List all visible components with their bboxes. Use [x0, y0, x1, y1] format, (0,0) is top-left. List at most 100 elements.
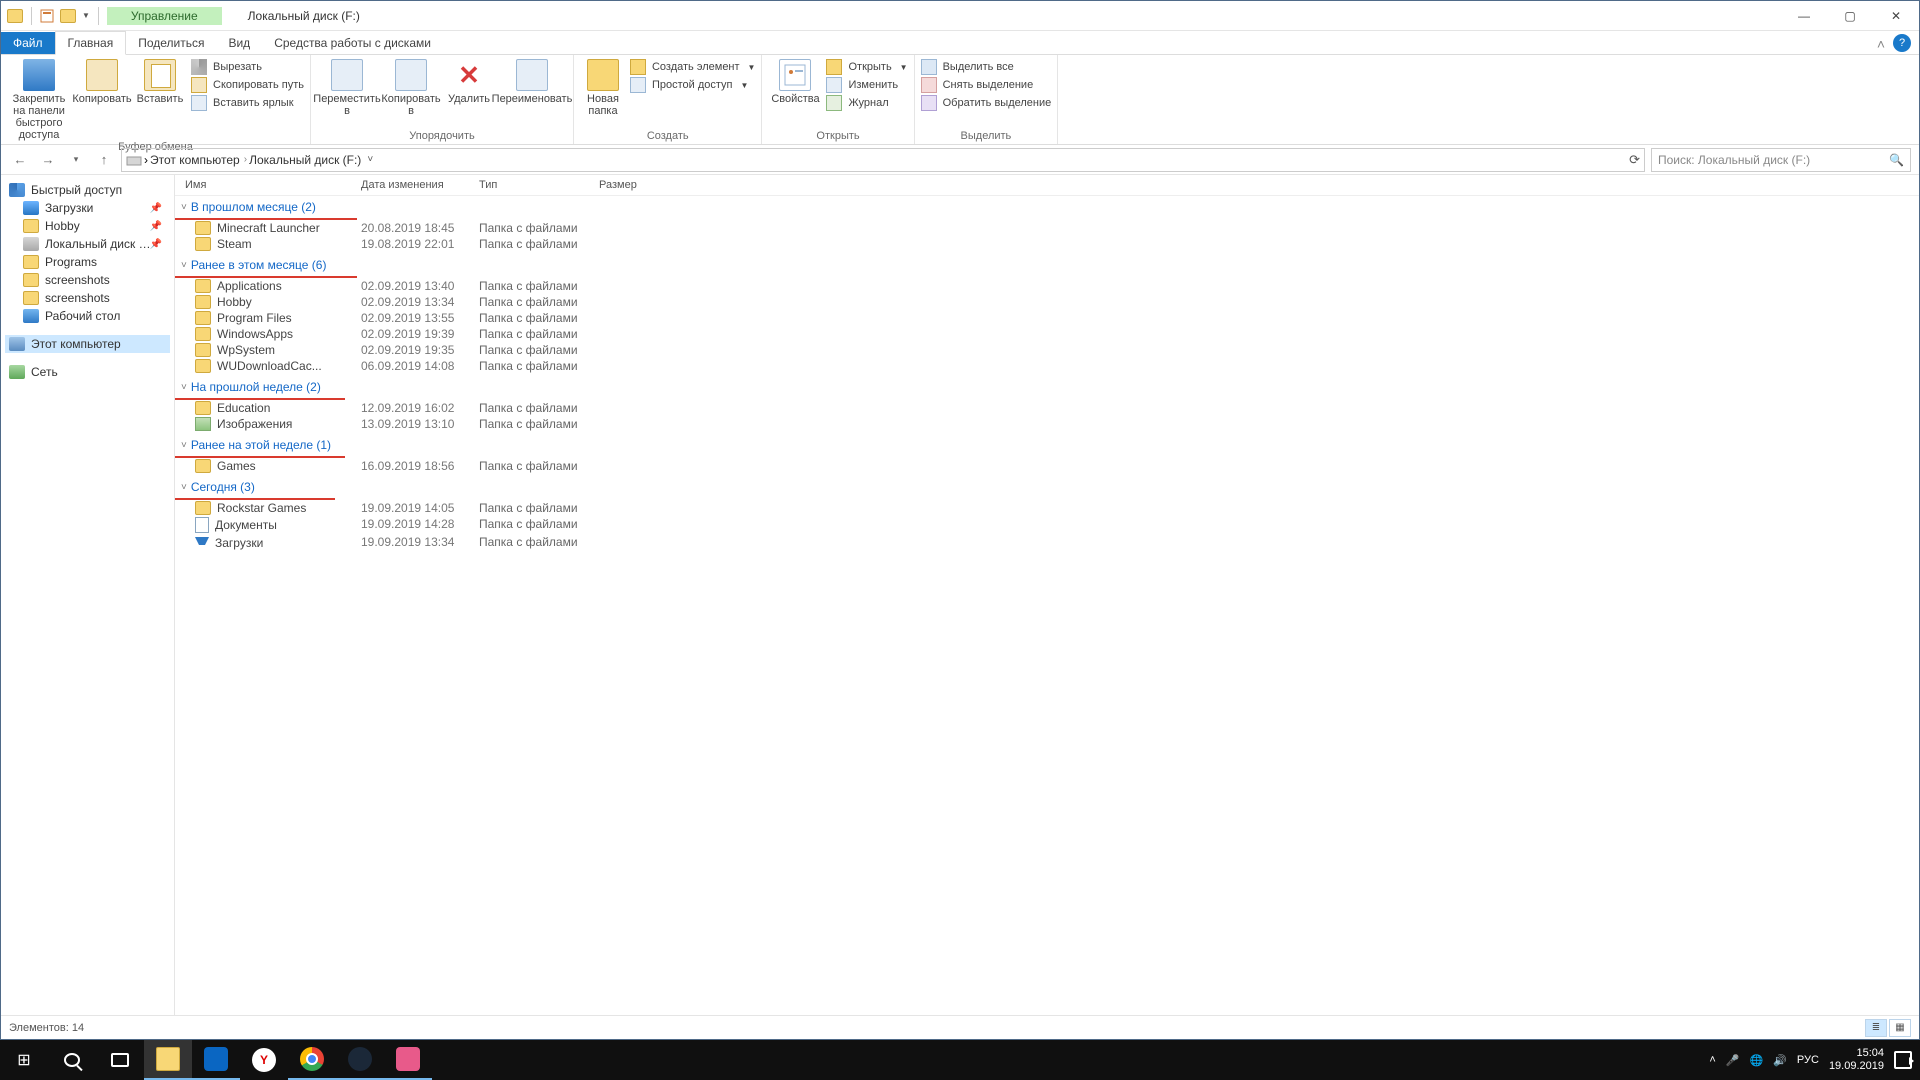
search-icon: 🔍: [1889, 153, 1904, 167]
easy-access-button[interactable]: Простой доступ▼: [630, 77, 755, 93]
paste-button[interactable]: Вставить: [133, 59, 187, 105]
tray-clock[interactable]: 15:04 19.09.2019: [1829, 1047, 1884, 1073]
properties-button[interactable]: Свойства: [768, 59, 822, 105]
tab-view[interactable]: Вид: [216, 32, 262, 54]
copy-path-label: Скопировать путь: [213, 79, 304, 91]
context-tab-manage[interactable]: Управление: [107, 7, 222, 25]
new-item-button[interactable]: Создать элемент▼: [630, 59, 755, 75]
qat-dropdown-icon[interactable]: ▼: [82, 11, 90, 20]
chevron-right-icon[interactable]: ›: [244, 154, 247, 165]
list-item[interactable]: Steam 19.08.2019 22:01 Папка с файлами: [175, 236, 1919, 252]
col-size[interactable]: Размер: [599, 179, 679, 191]
refresh-icon[interactable]: ⟳: [1629, 152, 1640, 168]
list-item[interactable]: Изображения 13.09.2019 13:10 Папка с фай…: [175, 416, 1919, 432]
delete-button[interactable]: ✕Удалить: [445, 59, 493, 105]
list-item[interactable]: WpSystem 02.09.2019 19:35 Папка с файлам…: [175, 342, 1919, 358]
taskbar-search[interactable]: [48, 1040, 96, 1080]
copy-to-button[interactable]: Копировать в: [381, 59, 441, 117]
cut-button[interactable]: Вырезать: [191, 59, 304, 75]
sidebar-this-pc[interactable]: Этот компьютер: [5, 335, 170, 353]
new-folder-button[interactable]: Новая папка: [580, 59, 626, 117]
sidebar-downloads[interactable]: Загрузки📌: [5, 199, 170, 217]
crumb-local-disk[interactable]: Локальный диск (F:): [249, 153, 361, 167]
taskbar-app[interactable]: [384, 1040, 432, 1080]
group-header[interactable]: ˅ На прошлой неделе (2): [175, 376, 345, 400]
copy-button[interactable]: Копировать: [75, 59, 129, 105]
move-to-button[interactable]: Переместить в: [317, 59, 377, 117]
group-header[interactable]: ˅ Ранее в этом месяце (6): [175, 254, 357, 278]
group-header[interactable]: ˅ Сегодня (3): [175, 476, 335, 500]
task-view-button[interactable]: [96, 1040, 144, 1080]
action-center-icon[interactable]: [1894, 1051, 1912, 1069]
collapse-ribbon-icon[interactable]: ˄: [1877, 36, 1885, 52]
rename-button[interactable]: Переименовать: [497, 59, 567, 105]
minimize-button[interactable]: —: [1781, 1, 1827, 31]
tray-network-icon[interactable]: 🌐: [1750, 1054, 1764, 1067]
chevron-right-icon[interactable]: ›: [144, 153, 148, 167]
sidebar-quick-access[interactable]: Быстрый доступ: [5, 181, 170, 199]
sidebar-network[interactable]: Сеть: [5, 363, 170, 381]
sidebar-programs[interactable]: Programs: [5, 253, 170, 271]
list-item[interactable]: Applications 02.09.2019 13:40 Папка с фа…: [175, 278, 1919, 294]
up-button[interactable]: ↑: [93, 149, 115, 171]
col-date[interactable]: Дата изменения: [361, 179, 479, 191]
list-item[interactable]: Education 12.09.2019 16:02 Папка с файла…: [175, 400, 1919, 416]
tab-file[interactable]: Файл: [1, 32, 55, 54]
start-button[interactable]: ⊞: [0, 1040, 48, 1080]
taskbar-chrome[interactable]: [288, 1040, 336, 1080]
paste-shortcut-button[interactable]: Вставить ярлык: [191, 95, 304, 111]
help-icon[interactable]: ?: [1893, 34, 1911, 52]
list-item[interactable]: Загрузки 19.09.2019 13:34 Папка с файлам…: [175, 534, 1919, 552]
group-header[interactable]: ˅ Ранее на этой неделе (1): [175, 434, 345, 458]
edit-button[interactable]: Изменить: [826, 77, 907, 93]
sidebar-screenshots-2[interactable]: screenshots: [5, 289, 170, 307]
list-item[interactable]: WindowsApps 02.09.2019 19:39 Папка с фай…: [175, 326, 1919, 342]
pin-to-quick-access-button[interactable]: Закрепить на панели быстрого доступа: [7, 59, 71, 141]
sidebar-screenshots-1[interactable]: screenshots: [5, 271, 170, 289]
maximize-button[interactable]: ▢: [1827, 1, 1873, 31]
tray-volume-icon[interactable]: 🔊: [1773, 1054, 1787, 1067]
tab-drive-tools[interactable]: Средства работы с дисками: [262, 32, 443, 54]
close-button[interactable]: ✕: [1873, 1, 1919, 31]
tray-language[interactable]: РУС: [1797, 1054, 1819, 1066]
taskbar-yandex[interactable]: Y: [240, 1040, 288, 1080]
select-none-button[interactable]: Снять выделение: [921, 77, 1052, 93]
list-item[interactable]: Документы 19.09.2019 14:28 Папка с файла…: [175, 516, 1919, 534]
tab-home[interactable]: Главная: [55, 31, 127, 55]
crumb-this-pc[interactable]: Этот компьютер›: [150, 153, 247, 167]
group-header[interactable]: ˅ В прошлом месяце (2): [175, 196, 357, 220]
col-type[interactable]: Тип: [479, 179, 599, 191]
breadcrumb[interactable]: › Этот компьютер› Локальный диск (F:) ˅ …: [121, 148, 1645, 172]
taskbar-explorer[interactable]: [144, 1040, 192, 1080]
history-button[interactable]: Журнал: [826, 95, 907, 111]
list-item[interactable]: Rockstar Games 19.09.2019 14:05 Папка с …: [175, 500, 1919, 516]
pin-icon: 📌: [150, 239, 162, 250]
search-input[interactable]: Поиск: Локальный диск (F:) 🔍: [1651, 148, 1911, 172]
list-item[interactable]: Minecraft Launcher 20.08.2019 18:45 Папк…: [175, 220, 1919, 236]
details-view-button[interactable]: ≣: [1865, 1019, 1887, 1037]
tray-mic-icon[interactable]: 🎤: [1726, 1054, 1740, 1067]
sidebar-desktop[interactable]: Рабочий стол: [5, 307, 170, 325]
taskbar-steam[interactable]: [336, 1040, 384, 1080]
open-button[interactable]: Открыть▼: [826, 59, 907, 75]
recent-dropdown[interactable]: ▾: [65, 149, 87, 171]
path-dropdown-icon[interactable]: ˅: [363, 154, 377, 165]
select-all-button[interactable]: Выделить все: [921, 59, 1052, 75]
sidebar-hobby[interactable]: Hobby📌: [5, 217, 170, 235]
tray-chevron-icon[interactable]: ˄: [1709, 1054, 1715, 1066]
copy-path-button[interactable]: Скопировать путь: [191, 77, 304, 93]
list-item[interactable]: Hobby 02.09.2019 13:34 Папка с файлами: [175, 294, 1919, 310]
list-item[interactable]: WUDownloadCac... 06.09.2019 14:08 Папка …: [175, 358, 1919, 374]
taskbar-edge[interactable]: [192, 1040, 240, 1080]
invert-selection-button[interactable]: Обратить выделение: [921, 95, 1052, 111]
properties-icon[interactable]: [40, 9, 54, 23]
list-item[interactable]: Program Files 02.09.2019 13:55 Папка с ф…: [175, 310, 1919, 326]
new-folder-icon[interactable]: [60, 9, 76, 23]
forward-button[interactable]: →: [37, 149, 59, 171]
tab-share[interactable]: Поделиться: [126, 32, 216, 54]
col-name[interactable]: Имя: [175, 179, 361, 191]
icons-view-button[interactable]: ▦: [1889, 1019, 1911, 1037]
list-item[interactable]: Games 16.09.2019 18:56 Папка с файлами: [175, 458, 1919, 474]
back-button[interactable]: ←: [9, 149, 31, 171]
sidebar-local-disk-f[interactable]: Локальный диск (F:)📌: [5, 235, 170, 253]
